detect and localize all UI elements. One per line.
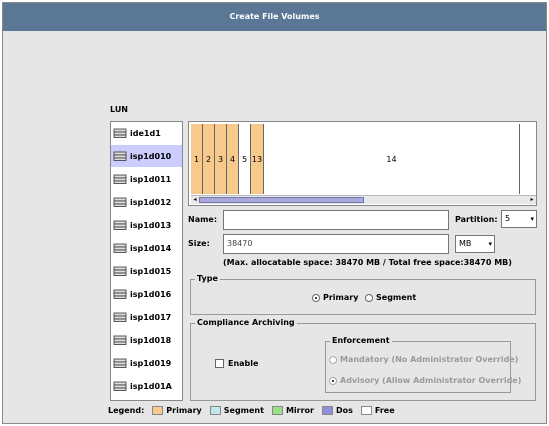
type-group <box>190 279 536 315</box>
lun-list[interactable]: ide1d1 isp1d010 isp1d011 isp1d012 isp1d013 is… <box>110 121 183 401</box>
compliance-group-title: Compliance Archiving <box>195 318 297 327</box>
legend-item-label: Mirror <box>285 405 314 415</box>
lun-item-label: ide1d1 <box>130 128 161 138</box>
disk-icon <box>113 358 127 368</box>
name-input[interactable] <box>223 210 449 230</box>
mandatory-radio[interactable]: Mandatory (No Administrator Override) <box>329 355 518 364</box>
mandatory-radio-label: Mandatory (No Administrator Override) <box>340 355 519 364</box>
scroll-thumb[interactable] <box>199 197 364 203</box>
lun-item-label: isp1d013 <box>130 220 172 230</box>
legend: Legend: Primary Segment Mirror Dos Free <box>108 403 548 417</box>
legend-item-label: Free <box>374 405 395 415</box>
lun-item-label: isp1d011 <box>130 174 172 184</box>
disk-icon <box>113 381 127 391</box>
segment-radio[interactable]: Segment <box>365 293 416 302</box>
partition-segment[interactable]: 2 <box>203 124 215 194</box>
disk-icon <box>113 289 127 299</box>
advisory-radio-label: Advisory (Allow Administrator Override) <box>340 376 522 385</box>
chevron-down-icon: ▾ <box>488 240 492 248</box>
unit-value: MB <box>459 239 472 248</box>
lun-item[interactable]: isp1d019 <box>111 352 182 374</box>
scroll-right-icon[interactable]: ▸ <box>528 196 536 204</box>
partition-segment[interactable]: 5 <box>239 124 251 194</box>
disk-icon <box>113 128 127 138</box>
chevron-down-icon: ▾ <box>530 215 534 223</box>
radio-selected-icon <box>312 293 320 302</box>
lun-item-label: isp1d017 <box>130 312 172 322</box>
size-label: Size: <box>188 239 210 248</box>
window-title: Create File Volumes <box>3 3 546 31</box>
partition-segment[interactable]: 1 <box>191 124 203 194</box>
lun-item[interactable]: isp1d015 <box>111 260 182 282</box>
lun-item-label: isp1d019 <box>130 358 172 368</box>
partition-segment[interactable]: 13 <box>251 124 264 194</box>
lun-item-label: isp1d018 <box>130 335 172 345</box>
enable-checkbox[interactable]: Enable <box>215 359 258 368</box>
partition-select[interactable]: 5 ▾ <box>501 210 537 228</box>
partition-segment[interactable]: 4 <box>227 124 239 194</box>
lun-item[interactable]: ide1d1 <box>111 122 182 144</box>
legend-item-label: Segment <box>223 405 264 415</box>
disk-icon <box>113 312 127 322</box>
segment-radio-label: Segment <box>376 293 417 302</box>
size-input[interactable]: 38470 <box>223 234 449 254</box>
unit-select[interactable]: MB ▾ <box>455 235 495 253</box>
legend-swatch <box>360 405 372 415</box>
name-label: Name: <box>188 215 218 224</box>
disk-icon <box>113 174 127 184</box>
disk-icon <box>113 151 127 161</box>
legend-label: Legend: <box>108 405 145 415</box>
enforcement-group <box>325 341 511 393</box>
create-file-volumes-window: Create File Volumes LUN ide1d1 isp1d010 is… <box>2 2 547 424</box>
lun-item[interactable]: isp1d011 <box>111 168 182 190</box>
lun-item[interactable]: isp1d012 <box>111 191 182 213</box>
lun-item-label: isp1d010 <box>130 151 172 161</box>
lun-item-label: isp1d014 <box>130 243 172 253</box>
partition-value: 5 <box>505 214 511 223</box>
advisory-radio[interactable]: Advisory (Allow Administrator Override) <box>329 376 521 385</box>
disk-icon <box>113 266 127 276</box>
legend-swatch <box>271 405 283 415</box>
partition-segment[interactable]: 3 <box>215 124 227 194</box>
disk-icon <box>113 335 127 345</box>
partition-hscroll[interactable]: ◂ ▸ <box>191 195 536 204</box>
checkbox-icon <box>215 359 224 368</box>
enable-checkbox-label: Enable <box>228 359 259 368</box>
lun-item-label: isp1d01A <box>130 381 172 391</box>
enforcement-group-title: Enforcement <box>330 336 392 345</box>
type-group-title: Type <box>195 274 220 283</box>
legend-item-label: Primary <box>166 405 202 415</box>
partition-segments: 1 2 3 4 5 13 14 <box>191 124 524 194</box>
disk-icon <box>113 197 127 207</box>
legend-swatch <box>152 405 164 415</box>
primary-radio[interactable]: Primary <box>312 293 358 302</box>
lun-item-label: isp1d016 <box>130 289 172 299</box>
legend-swatch <box>322 405 333 415</box>
lun-item[interactable]: isp1d016 <box>111 283 182 305</box>
radio-icon <box>329 355 337 364</box>
radio-icon <box>365 293 373 302</box>
primary-radio-label: Primary <box>323 293 359 302</box>
lun-item[interactable]: isp1d010 <box>111 145 182 167</box>
lun-item[interactable]: isp1d017 <box>111 306 182 328</box>
disk-icon <box>113 220 127 230</box>
scroll-left-icon[interactable]: ◂ <box>191 196 199 204</box>
allocation-note: (Max. allocatable space: 38470 MB / Tota… <box>223 258 512 267</box>
lun-item[interactable]: isp1d013 <box>111 214 182 236</box>
partition-vscroll[interactable] <box>524 122 536 194</box>
disk-icon <box>113 243 127 253</box>
partition-segment[interactable]: 14 <box>264 124 520 194</box>
lun-item[interactable]: isp1d01A <box>111 375 182 397</box>
lun-item-label: isp1d015 <box>130 266 172 276</box>
lun-label: LUN <box>110 105 129 114</box>
lun-item[interactable]: isp1d018 <box>111 329 182 351</box>
radio-selected-icon <box>329 376 337 385</box>
legend-item-label: Dos <box>336 405 353 415</box>
partition-map: 1 2 3 4 5 13 14 ◂ ▸ <box>188 121 537 206</box>
partition-label: Partition: <box>455 215 498 224</box>
legend-swatch <box>209 405 221 415</box>
lun-item[interactable]: isp1d014 <box>111 237 182 259</box>
lun-item-label: isp1d012 <box>130 197 172 207</box>
